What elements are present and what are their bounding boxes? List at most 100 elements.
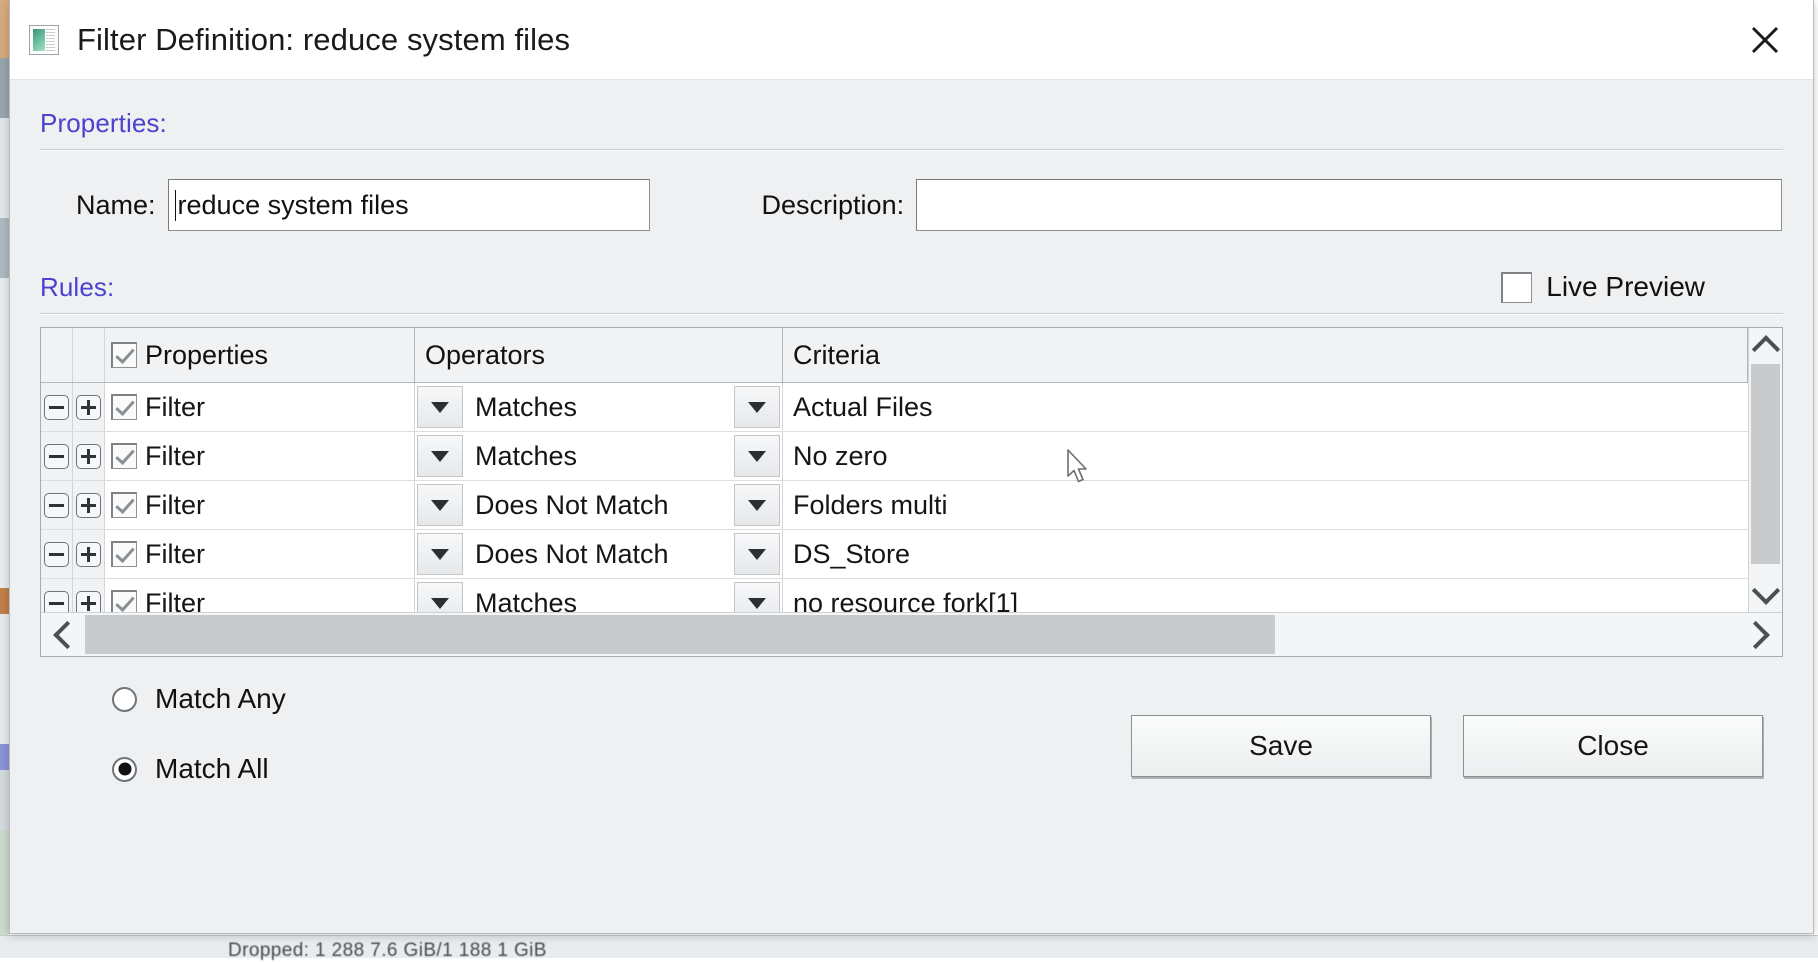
table-row[interactable]: Filter Matches no resource fork[1] (41, 579, 1748, 612)
row-criteria-cell[interactable]: Actual Files (783, 383, 1748, 431)
chevron-down-icon (748, 499, 766, 511)
property-dropdown-button[interactable] (417, 582, 463, 612)
rule-enabled-checkbox[interactable] (111, 443, 137, 469)
horizontal-scrollbar-track[interactable] (85, 613, 1738, 656)
chevron-right-icon (1741, 620, 1770, 649)
select-all-checkbox[interactable] (111, 342, 137, 368)
row-remove-cell (41, 383, 73, 431)
rules-section-heading: Rules: (40, 271, 115, 302)
rule-enabled-checkbox[interactable] (111, 394, 137, 420)
background-sliver-segment (0, 588, 9, 614)
chevron-down-icon (748, 597, 766, 609)
name-input[interactable]: reduce system files (167, 179, 650, 231)
operator-dropdown-button[interactable] (734, 484, 780, 526)
scroll-down-button[interactable] (1749, 576, 1782, 612)
scroll-right-button[interactable] (1738, 613, 1782, 656)
filter-definition-dialog: Filter Definition: reduce system files P… (9, 0, 1814, 934)
add-rule-button[interactable] (76, 590, 101, 612)
table-row[interactable]: Filter Matches Actual Files (41, 383, 1748, 432)
row-property-cell: Filter (105, 432, 415, 480)
rule-operator-value: Matches (475, 440, 578, 471)
save-button[interactable]: Save (1131, 715, 1431, 777)
background-sliver-segment (0, 0, 9, 58)
chevron-down-icon (748, 450, 766, 462)
name-label: Name: (76, 189, 156, 220)
property-dropdown-button[interactable] (417, 435, 463, 477)
rule-enabled-checkbox[interactable] (111, 590, 137, 612)
row-criteria-cell[interactable]: DS_Store (783, 530, 1748, 578)
add-rule-button[interactable] (76, 492, 101, 518)
horizontal-scrollbar[interactable] (41, 612, 1782, 656)
header-remove-column (41, 328, 73, 382)
chevron-up-icon (1751, 335, 1780, 364)
row-criteria-cell[interactable]: No zero (783, 432, 1748, 480)
row-criteria-cell[interactable]: Folders multi (783, 481, 1748, 529)
add-rule-button[interactable] (76, 394, 101, 420)
close-icon[interactable] (1741, 16, 1789, 64)
row-remove-cell (41, 432, 73, 480)
remove-rule-button[interactable] (44, 541, 69, 567)
dialog-body: Properties: Name: reduce system files De… (10, 80, 1813, 933)
background-sliver-segment (0, 58, 9, 118)
rule-operator-value: Matches (475, 391, 578, 422)
rule-property-value: Filter (145, 391, 205, 422)
row-criteria-cell[interactable]: no resource fork[1] (783, 579, 1748, 613)
rule-property-value: Filter (145, 489, 205, 520)
live-preview-toggle[interactable]: Live Preview (1501, 271, 1705, 303)
match-any-label: Match Any (155, 683, 286, 714)
chevron-down-icon (748, 548, 766, 560)
scroll-up-button[interactable] (1749, 328, 1782, 364)
match-all-label: Match All (155, 753, 269, 784)
property-dropdown-button[interactable] (417, 386, 463, 428)
background-sliver-segment (0, 770, 9, 830)
dialog-titlebar: Filter Definition: reduce system files (10, 0, 1813, 80)
close-button[interactable]: Close (1463, 715, 1763, 777)
background-sliver-segment (0, 614, 9, 744)
operator-dropdown-button[interactable] (734, 435, 780, 477)
properties-fields-row: Name: reduce system files Description: (40, 179, 1783, 231)
remove-rule-button[interactable] (44, 443, 69, 469)
table-row[interactable]: Filter Does Not Match DS_Store (41, 530, 1748, 579)
rule-property-value: Filter (145, 538, 205, 569)
vertical-scrollbar-thumb[interactable] (1751, 364, 1780, 564)
match-any-radio[interactable] (112, 686, 137, 712)
rules-divider (40, 313, 1783, 315)
table-row[interactable]: Filter Does Not Match Folders multi (41, 481, 1748, 530)
description-input[interactable] (916, 179, 1783, 231)
header-add-column (73, 328, 105, 382)
rule-criteria-value: DS_Store (793, 538, 911, 569)
row-property-cell: Filter (105, 579, 415, 612)
rule-criteria-value: no resource fork[1] (793, 587, 1019, 613)
vertical-scrollbar[interactable] (1748, 328, 1782, 612)
add-rule-button[interactable] (76, 443, 101, 469)
name-input-value: reduce system files (177, 189, 409, 220)
horizontal-scrollbar-thumb[interactable] (85, 615, 1276, 654)
rule-enabled-checkbox[interactable] (111, 541, 137, 567)
operator-dropdown-button[interactable] (734, 386, 780, 428)
chevron-down-icon (1751, 576, 1780, 605)
match-all-radio[interactable] (112, 756, 137, 782)
header-criteria-column: Criteria (783, 328, 1748, 382)
row-add-cell (73, 383, 105, 431)
add-rule-button[interactable] (76, 541, 101, 567)
row-add-cell (73, 481, 105, 529)
row-operator-cell: Matches (415, 432, 783, 480)
operator-dropdown-button[interactable] (734, 533, 780, 575)
property-dropdown-button[interactable] (417, 533, 463, 575)
table-row[interactable]: Filter Matches No zero (41, 432, 1748, 481)
dialog-title: Filter Definition: reduce system files (77, 21, 571, 57)
rule-enabled-checkbox[interactable] (111, 492, 137, 518)
match-all-option[interactable]: Match All (112, 753, 286, 785)
row-property-cell: Filter (105, 530, 415, 578)
match-any-option[interactable]: Match Any (112, 683, 286, 715)
header-operators-column: Operators (415, 328, 783, 382)
properties-section-heading: Properties: (40, 108, 167, 138)
remove-rule-button[interactable] (44, 394, 69, 420)
rules-header-row: Rules: Live Preview (40, 231, 1783, 303)
operator-dropdown-button[interactable] (734, 582, 780, 612)
live-preview-checkbox[interactable] (1501, 271, 1533, 303)
scroll-left-button[interactable] (41, 613, 85, 656)
remove-rule-button[interactable] (44, 492, 69, 518)
property-dropdown-button[interactable] (417, 484, 463, 526)
remove-rule-button[interactable] (44, 590, 69, 612)
